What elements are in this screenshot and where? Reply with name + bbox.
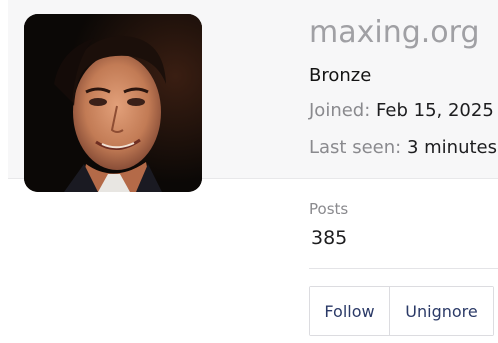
joined-row: Joined: Feb 15, 2025 <box>309 99 494 123</box>
posts-label: Posts <box>309 200 349 218</box>
follow-button[interactable]: Follow <box>310 287 390 335</box>
last-seen-value: 3 minutes <box>406 137 497 158</box>
posts-count[interactable]: 385 <box>311 226 347 250</box>
username[interactable]: maxing.org <box>309 14 480 52</box>
member-profile-card: maxing.org Bronze Joined: Feb 15, 2025 L… <box>0 0 498 343</box>
stats-divider <box>309 268 498 269</box>
last-seen-row: Last seen: 3 minutes <box>309 136 497 160</box>
last-seen-label: Last seen: <box>309 137 402 158</box>
joined-label: Joined: <box>309 100 371 121</box>
unignore-button[interactable]: Unignore <box>390 287 493 335</box>
joined-date: Feb 15, 2025 <box>376 100 494 121</box>
avatar[interactable] <box>24 14 202 192</box>
member-action-buttons: Follow Unignore <box>309 286 494 336</box>
avatar-portrait <box>24 14 202 192</box>
user-title: Bronze <box>309 65 372 86</box>
